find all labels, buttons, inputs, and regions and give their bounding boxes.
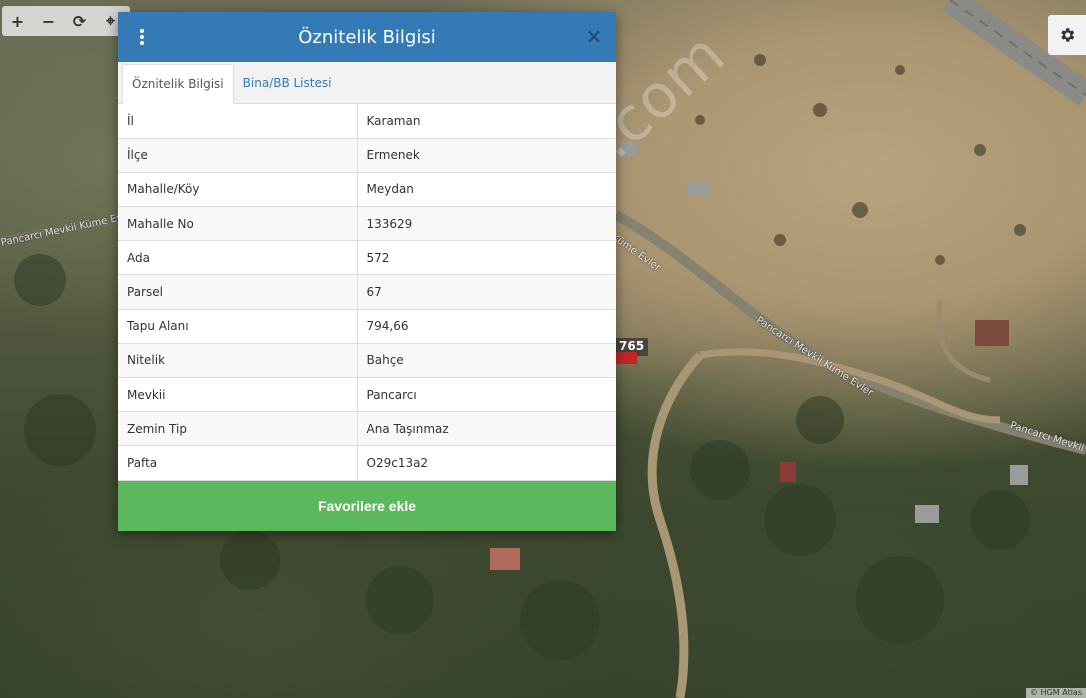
table-row: Pafta O29c13a2	[118, 445, 616, 481]
attribute-info-dialog: Öznitelik Bilgisi × Öznitelik Bilgisi Bi…	[118, 12, 616, 531]
table-row: Zemin Tip Ana Taşınmaz	[118, 411, 616, 447]
attribute-key: Mahalle No	[118, 206, 358, 242]
attribute-key: Tapu Alanı	[118, 309, 358, 344]
attribute-key: Mahalle/Köy	[118, 172, 358, 208]
table-row: Nitelik Bahçe	[118, 343, 616, 379]
refresh-button[interactable]: ⟳	[64, 6, 95, 36]
table-row: Mahalle No 133629	[118, 206, 616, 242]
table-row: Tapu Alanı 794,66	[118, 309, 616, 344]
attribute-key: Nitelik	[118, 343, 358, 379]
crosshair-icon: ⌖	[105, 11, 115, 30]
tab-attribute-info[interactable]: Öznitelik Bilgisi	[122, 64, 234, 104]
attribute-value: 67	[357, 274, 616, 310]
attribute-key: İl	[118, 104, 358, 139]
table-row: Mevkii Pancarcı	[118, 377, 616, 413]
attribute-key: İlçe	[118, 138, 358, 173]
attribute-value: 794,66	[357, 309, 616, 344]
table-row: İlçe Ermenek	[118, 138, 616, 173]
attribute-key: Mevkii	[118, 377, 358, 413]
attribute-value: Pancarcı	[357, 377, 616, 413]
attribute-value: Karaman	[357, 104, 616, 139]
attribute-key: Zemin Tip	[118, 411, 358, 447]
attribute-value: 133629	[357, 206, 616, 242]
attribute-value: O29c13a2	[357, 445, 616, 481]
zoom-in-button[interactable]: +	[2, 6, 33, 36]
attribute-value: Bahçe	[357, 343, 616, 379]
map-attribution: © HGM Atlas	[1026, 688, 1086, 698]
vertical-dots-icon	[140, 29, 144, 33]
attribute-value: Ermenek	[357, 138, 616, 173]
attribute-key: Ada	[118, 240, 358, 276]
table-row: Parsel 67	[118, 274, 616, 310]
table-row: Ada 572	[118, 240, 616, 276]
refresh-icon: ⟳	[72, 11, 87, 31]
close-button[interactable]: ×	[584, 25, 604, 47]
tab-bar: Öznitelik Bilgisi Bina/BB Listesi	[118, 62, 616, 104]
dialog-title: Öznitelik Bilgisi	[298, 26, 436, 48]
attribute-value: Ana Taşınmaz	[357, 411, 616, 447]
close-icon: ×	[585, 24, 603, 48]
add-to-favorites-button[interactable]: Favorilere ekle	[118, 481, 616, 531]
attribute-table: İl Karaman İlçe Ermenek Mahalle/Köy Meydan Mah…	[118, 104, 616, 481]
tab-building-list[interactable]: Bina/BB Listesi	[234, 64, 341, 103]
settings-button[interactable]	[1048, 15, 1086, 55]
dialog-header: Öznitelik Bilgisi ×	[118, 12, 616, 62]
table-row: Mahalle/Köy Meydan	[118, 172, 616, 208]
minus-icon: −	[41, 11, 56, 31]
gear-icon	[1061, 28, 1075, 42]
plus-icon: +	[10, 11, 25, 31]
table-row: İl Karaman	[118, 104, 616, 139]
attribute-key: Parsel	[118, 274, 358, 310]
map-toolbar: + − ⟳ ⌖	[2, 6, 130, 36]
parcel-highlight[interactable]	[615, 352, 637, 364]
zoom-out-button[interactable]: −	[33, 6, 64, 36]
menu-button[interactable]	[132, 26, 152, 48]
attribute-key: Pafta	[118, 445, 358, 481]
attribute-value: 572	[357, 240, 616, 276]
attribute-value: Meydan	[357, 172, 616, 208]
